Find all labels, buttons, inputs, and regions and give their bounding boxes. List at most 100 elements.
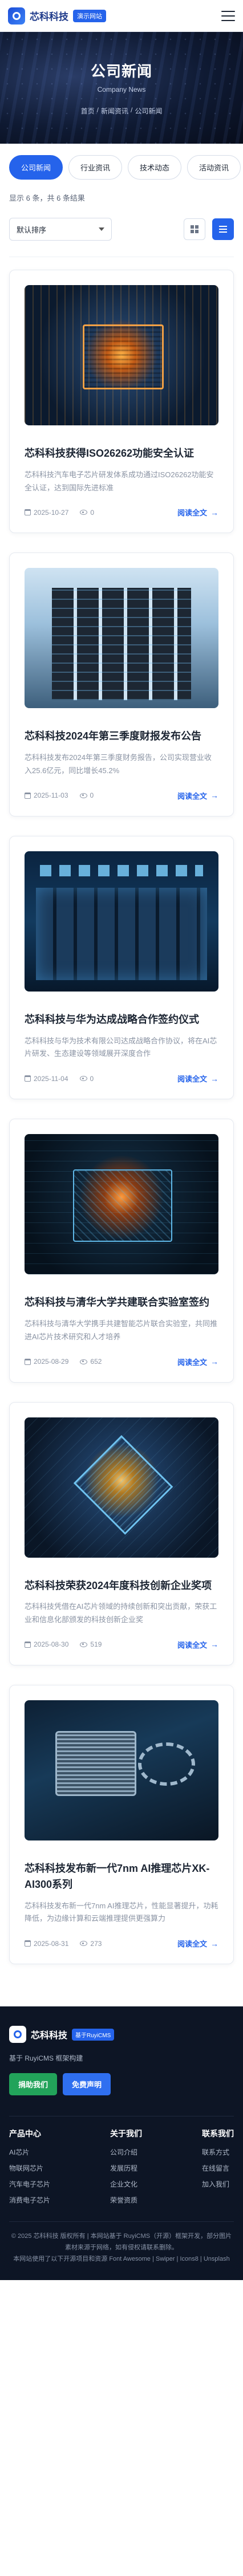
read-more-link[interactable]: 阅读全文 → — [177, 1356, 218, 1367]
disclaimer-button[interactable]: 免费声明 — [63, 2073, 111, 2096]
footer-column-about: 关于我们 公司介绍 发展历程 企业文化 荣誉资质 — [110, 2129, 142, 2205]
news-summary: 芯科科技与华为技术有限公司达成战略合作协议，将在AI芯片研发、生态建设等领域展开… — [25, 1036, 217, 1058]
news-list: 芯科科技获得ISO26262功能安全认证 芯科科技汽车电子芯片研发体系成功通过I… — [0, 257, 243, 2006]
footer-link[interactable]: 在线留言 — [202, 2163, 234, 2173]
footer-column-contact: 联系我们 联系方式 在线留言 加入我们 — [201, 2129, 234, 2189]
eye-icon — [80, 510, 88, 515]
footer-link[interactable]: 汽车电子芯片 — [9, 2179, 50, 2189]
arrow-right-icon: → — [210, 1357, 218, 1367]
read-more-link[interactable]: 阅读全文 → — [177, 1938, 218, 1949]
news-title[interactable]: 芯科科技获得ISO26262功能安全认证 — [25, 446, 218, 462]
news-date: 2025-08-31 — [34, 1939, 69, 1948]
footer-link[interactable]: AI芯片 — [9, 2147, 50, 2157]
breadcrumb-current: 公司新闻 — [135, 107, 163, 115]
news-summary: 芯科科技发布2024年第三季度财务报告，公司实现营业收入25.6亿元，同比增长4… — [25, 753, 212, 775]
arrow-right-icon: → — [210, 507, 218, 517]
footer-column-products: 产品中心 AI芯片 物联网芯片 汽车电子芯片 消费电子芯片 — [9, 2129, 51, 2205]
news-image[interactable] — [25, 285, 218, 425]
news-title[interactable]: 芯科科技与清华大学共建联合实验室签约 — [25, 1295, 218, 1311]
news-card[interactable]: 芯科科技荣获2024年度科技创新企业奖项 芯科科技凭借在AI芯片领域的持续创新和… — [9, 1401, 234, 1665]
news-title[interactable]: 芯科科技与华为达成战略合作签约仪式 — [25, 1012, 218, 1028]
footer-link[interactable]: 荣誉资质 — [110, 2195, 142, 2205]
news-date: 2025-10-27 — [34, 508, 69, 517]
grid-view-button[interactable] — [184, 218, 205, 240]
news-summary: 芯科科技发布新一代7nm AI推理芯片，性能显著提升，功耗降低，为边缘计算和云端… — [25, 1901, 218, 1923]
news-image[interactable] — [25, 1134, 218, 1275]
news-card[interactable]: 芯科科技获得ISO26262功能安全认证 芯科科技汽车电子芯片研发体系成功通过I… — [9, 270, 234, 534]
calendar-icon — [25, 1358, 31, 1365]
read-more-link[interactable]: 阅读全文 → — [177, 1639, 218, 1650]
footer-link[interactable]: 消费电子芯片 — [9, 2195, 50, 2205]
news-date: 2025-08-30 — [34, 1640, 69, 1649]
read-more-link[interactable]: 阅读全文 → — [177, 790, 218, 801]
arrow-right-icon: → — [210, 791, 218, 801]
read-more-link[interactable]: 阅读全文 → — [177, 1073, 218, 1084]
news-image[interactable] — [25, 1700, 218, 1840]
eye-icon — [79, 1076, 87, 1082]
breadcrumb-home[interactable]: 首页 — [81, 106, 95, 116]
news-views: 0 — [90, 1074, 94, 1083]
site-header: 芯科科技 演示网站 — [0, 0, 243, 32]
arrow-right-icon: → — [210, 1074, 218, 1083]
news-summary: 芯科科技与清华大学携手共建智能芯片联合实验室，共同推进AI芯片技术研究和人才培养 — [25, 1319, 218, 1341]
copyright-text: © 2025 芯科科技 版权所有 | 本网站基于 RuyiCMS（开源）框架开发… — [11, 2233, 232, 2252]
eye-icon — [80, 1941, 88, 1947]
footer-logo-icon — [9, 2026, 26, 2043]
read-more-link[interactable]: 阅读全文 → — [177, 507, 218, 518]
calendar-icon — [25, 792, 31, 799]
page-subtitle: Company News — [97, 86, 146, 94]
arrow-right-icon: → — [210, 1939, 218, 1948]
news-date: 2025-08-29 — [34, 1358, 69, 1366]
list-icon — [219, 226, 227, 233]
donate-button[interactable]: 捐助我们 — [9, 2073, 58, 2096]
credits-text: 本网站使用了以下开源项目和资源 Font Awesome | Swiper | … — [13, 2255, 230, 2262]
site-footer: 芯科科技 基于RuyiCMS 基于 RuyiCMS 框架构建 捐助我们 免费声明… — [0, 2006, 243, 2280]
footer-link[interactable]: 加入我们 — [202, 2179, 234, 2189]
news-image[interactable] — [25, 851, 218, 992]
brand-name: 芯科科技 — [30, 11, 68, 22]
grid-icon — [191, 225, 199, 233]
news-title[interactable]: 芯科科技荣获2024年度科技创新企业奖项 — [25, 1578, 218, 1594]
news-date: 2025-11-03 — [34, 791, 68, 800]
footer-brand-name: 芯科科技 — [31, 2031, 68, 2041]
sort-select[interactable]: 默认排序 — [9, 218, 112, 241]
news-views: 0 — [90, 508, 95, 517]
calendar-icon — [25, 1641, 31, 1648]
breadcrumb-news[interactable]: 新闻资讯 — [101, 106, 128, 116]
news-summary: 芯科科技凭借在AI芯片领域的持续创新和突出贡献，荣获工业和信息化部颁发的科技创新… — [25, 1602, 217, 1624]
tab-industry-news[interactable]: 行业资讯 — [68, 155, 123, 180]
news-image[interactable] — [25, 568, 218, 709]
news-views: 652 — [90, 1358, 102, 1366]
footer-link[interactable]: 公司介绍 — [110, 2147, 142, 2157]
list-view-button[interactable] — [212, 218, 234, 240]
breadcrumb: 首页 / 新闻资讯 / 公司新闻 — [80, 106, 163, 116]
tab-company-news[interactable]: 公司新闻 — [9, 155, 63, 180]
footer-link[interactable]: 发展历程 — [110, 2163, 142, 2173]
news-card[interactable]: 芯科科技与清华大学共建联合实验室签约 芯科科技与清华大学携手共建智能芯片联合实验… — [9, 1119, 234, 1383]
eye-icon — [80, 1359, 88, 1364]
hamburger-menu-icon[interactable] — [221, 10, 235, 21]
arrow-right-icon: → — [210, 1640, 218, 1649]
demo-badge: 演示网站 — [73, 9, 106, 22]
footer-link[interactable]: 物联网芯片 — [9, 2163, 50, 2173]
news-views: 519 — [90, 1640, 102, 1649]
footer-link[interactable]: 企业文化 — [110, 2179, 142, 2189]
tab-event-news[interactable]: 活动资讯 — [187, 155, 241, 180]
news-views: 273 — [90, 1939, 102, 1948]
news-card[interactable]: 芯科科技2024年第三季度财报发布公告 芯科科技发布2024年第三季度财务报告，… — [9, 552, 234, 816]
eye-icon — [79, 793, 87, 798]
news-card[interactable]: 芯科科技发布新一代7nm AI推理芯片XK-AI300系列 芯科科技发布新一代7… — [9, 1684, 234, 1965]
result-count: 显示 6 条，共 6 条结果 — [9, 194, 85, 202]
news-date: 2025-11-04 — [34, 1074, 68, 1083]
category-tabs: 公司新闻 行业资讯 技术动态 活动资讯 — [0, 144, 243, 180]
calendar-icon — [25, 509, 31, 516]
page-banner: 公司新闻 Company News 首页 / 新闻资讯 / 公司新闻 — [0, 32, 243, 144]
news-title[interactable]: 芯科科技2024年第三季度财报发布公告 — [25, 729, 218, 745]
news-card[interactable]: 芯科科技与华为达成战略合作签约仪式 芯科科技与华为技术有限公司达成战略合作协议，… — [9, 835, 234, 1100]
tab-tech-news[interactable]: 技术动态 — [128, 155, 182, 180]
news-image[interactable] — [25, 1417, 218, 1558]
brand[interactable]: 芯科科技 演示网站 — [8, 7, 106, 25]
footer-link[interactable]: 联系方式 — [202, 2147, 234, 2157]
news-title[interactable]: 芯科科技发布新一代7nm AI推理芯片XK-AI300系列 — [25, 1861, 218, 1893]
footer-description: 基于 RuyiCMS 框架构建 — [9, 2054, 83, 2063]
